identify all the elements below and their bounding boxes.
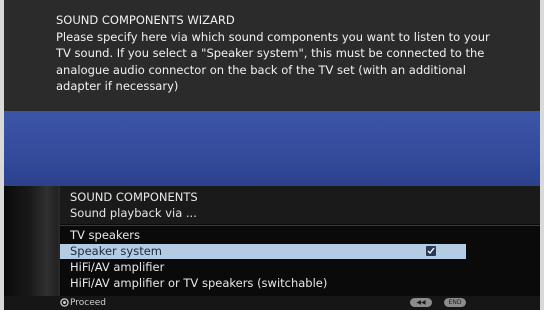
wizard-title: SOUND COMPONENTS WIZARD: [56, 13, 235, 27]
wizard-description-line-1: Please specify here via which sound comp…: [56, 29, 490, 44]
option-label: HiFi/AV amplifier or TV speakers (switch…: [70, 276, 328, 290]
option-tv-speakers[interactable]: TV speakers: [60, 228, 466, 243]
screen-border-right: [540, 0, 544, 310]
background-band: [4, 111, 540, 186]
option-hifi-av-amplifier[interactable]: HiFi/AV amplifier: [60, 260, 466, 275]
option-hifi-av-or-tv-speakers[interactable]: HiFi/AV amplifier or TV speakers (switch…: [60, 276, 466, 291]
tv-screen: SOUND COMPONENTS WIZARD Please specify h…: [0, 0, 544, 310]
back-button[interactable]: ◀◀: [410, 298, 432, 307]
end-button[interactable]: END: [444, 298, 466, 307]
menu-title: SOUND COMPONENTS: [70, 190, 198, 204]
option-label: Speaker system: [70, 244, 163, 258]
menu-divider: [60, 225, 540, 226]
option-label: TV speakers: [70, 228, 141, 242]
ok-button-icon: [60, 298, 69, 307]
checkbox-checked-icon: [426, 246, 436, 256]
wizard-info-text: SOUND COMPONENTS WIZARD Please specify h…: [56, 12, 526, 95]
proceed-label[interactable]: Proceed: [70, 297, 106, 309]
menu-side-bar: [30, 186, 58, 296]
option-speaker-system[interactable]: Speaker system: [60, 244, 466, 259]
menu-subtitle: Sound playback via ...: [70, 206, 197, 220]
wizard-description-line-2: TV sound. If you select a "Speaker syste…: [56, 46, 485, 60]
wizard-description-line-3: analogue audio connector on the back of …: [56, 62, 466, 77]
option-label: HiFi/AV amplifier: [70, 260, 165, 274]
wizard-description-line-4: adapter if necessary): [56, 79, 179, 93]
